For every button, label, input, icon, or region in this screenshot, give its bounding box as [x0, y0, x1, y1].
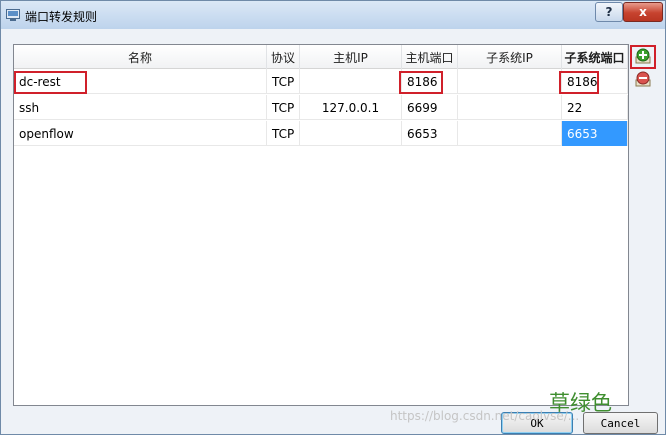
help-button[interactable]: ? — [595, 2, 623, 22]
window-icon — [6, 9, 20, 21]
cell-protocol[interactable]: TCP — [267, 95, 300, 120]
close-button[interactable]: x — [623, 2, 663, 22]
table-row[interactable]: openflow TCP 6653 6653 — [14, 121, 628, 146]
cell-host-port[interactable]: 6653 — [402, 121, 458, 146]
cell-name[interactable]: openflow — [14, 121, 267, 146]
port-forwarding-dialog: 端口转发规则 ? x 名称 协议 主机IP 主机端口 子系统IP 子系统端口 d… — [0, 0, 666, 435]
window-title: 端口转发规则 — [25, 10, 98, 24]
cell-host-port[interactable]: 8186 — [402, 69, 458, 94]
add-rule-button[interactable] — [632, 46, 654, 68]
close-icon: x — [639, 5, 647, 19]
cell-host-ip[interactable] — [300, 121, 402, 146]
rules-table: 名称 协议 主机IP 主机端口 子系统IP 子系统端口 dc-rest TCP … — [13, 44, 629, 406]
add-rule-icon — [635, 48, 651, 64]
remove-rule-button[interactable] — [632, 69, 654, 91]
cell-host-port[interactable]: 6699 — [402, 95, 458, 120]
cell-guest-ip[interactable] — [458, 69, 562, 94]
cell-guest-ip[interactable] — [458, 121, 562, 146]
table-row[interactable]: ssh TCP 127.0.0.1 6699 22 — [14, 95, 628, 120]
cell-name[interactable]: dc-rest — [14, 69, 267, 94]
cell-guest-port[interactable]: 22 — [562, 95, 628, 120]
cell-protocol[interactable]: TCP — [267, 69, 300, 94]
cell-host-ip[interactable]: 127.0.0.1 — [300, 95, 402, 120]
watermark-url: https://blog.csdn.net/caolvse/... — [390, 409, 580, 423]
cell-guest-port[interactable]: 8186 — [562, 69, 628, 94]
remove-rule-icon — [635, 71, 651, 87]
cell-guest-port-selected[interactable]: 6653 — [562, 121, 628, 146]
column-header-guest-ip[interactable]: 子系统IP — [458, 45, 562, 69]
table-row[interactable]: dc-rest TCP 8186 8186 — [14, 69, 628, 94]
column-header-name[interactable]: 名称 — [14, 45, 267, 69]
cell-host-ip[interactable] — [300, 69, 402, 94]
title-bar: 端口转发规则 ? x — [1, 1, 665, 29]
cell-guest-ip[interactable] — [458, 95, 562, 120]
column-header-host-port[interactable]: 主机端口 — [402, 45, 458, 69]
cell-name[interactable]: ssh — [14, 95, 267, 120]
column-header-guest-port[interactable]: 子系统端口 — [562, 45, 628, 69]
column-header-protocol[interactable]: 协议 — [267, 45, 300, 69]
table-header: 名称 协议 主机IP 主机端口 子系统IP 子系统端口 — [14, 45, 628, 69]
column-header-host-ip[interactable]: 主机IP — [300, 45, 402, 69]
cell-protocol[interactable]: TCP — [267, 121, 300, 146]
